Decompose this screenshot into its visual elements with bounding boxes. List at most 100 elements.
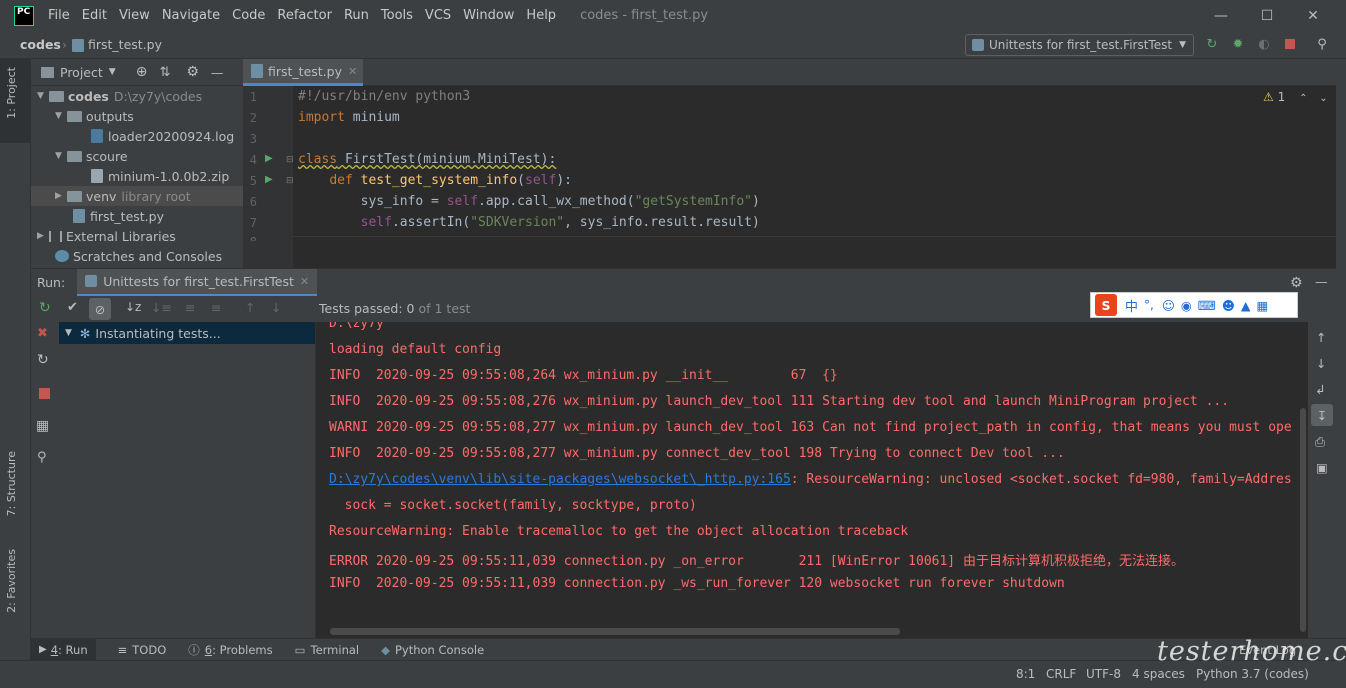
trash-icon[interactable]: ▣ <box>1316 460 1328 475</box>
run-gutter-icon[interactable]: ▶ <box>265 174 273 185</box>
stop-icon[interactable] <box>39 388 50 399</box>
emoji-icon[interactable]: ☺ <box>1162 298 1175 313</box>
print-icon[interactable]: ⎙ <box>1315 434 1325 450</box>
indent-setting[interactable]: 4 spaces <box>1132 667 1185 681</box>
show-passed-icon[interactable]: ✔ <box>67 300 78 315</box>
menu-vcs[interactable]: VCS <box>419 8 457 23</box>
rerun-failed-icon[interactable]: ✖ <box>37 326 48 341</box>
chevron-down-icon[interactable]: ▼ <box>109 67 116 77</box>
close-tab-icon[interactable]: ✕ <box>300 275 309 288</box>
search-icon[interactable]: ⚲ <box>1314 36 1330 52</box>
locate-icon[interactable]: ⊕ <box>136 64 148 80</box>
rerun-icon[interactable]: ↻ <box>39 300 51 316</box>
menu-file[interactable]: File <box>42 8 76 23</box>
gear-icon[interactable]: ⚙ <box>1290 275 1303 291</box>
tool-tab-problems[interactable]: ⓘ 6: Problems <box>188 642 272 658</box>
close-icon[interactable]: ✕ <box>1290 0 1336 31</box>
tree-item-venv[interactable]: ▶ venv library root <box>31 186 243 206</box>
pin-icon[interactable]: ⚲ <box>37 450 47 465</box>
run-gutter-icon[interactable]: ▶ <box>265 153 273 164</box>
tree-item-zip[interactable]: minium-1.0.0b2.zip <box>91 166 229 186</box>
chevron-down-icon[interactable]: ▼ <box>37 91 49 101</box>
maximize-icon[interactable]: ☐ <box>1244 0 1290 31</box>
menu-refactor[interactable]: Refactor <box>271 8 338 23</box>
user-icon[interactable]: ☻ <box>1222 298 1235 313</box>
menu-view[interactable]: View <box>113 8 156 23</box>
project-view-selector[interactable]: Project <box>60 65 103 80</box>
close-tab-icon[interactable]: ✕ <box>348 65 357 78</box>
menu-edit[interactable]: Edit <box>76 8 113 23</box>
breadcrumb-file[interactable]: first_test.py <box>88 37 162 52</box>
collapse-all-icon[interactable]: ⇅ <box>159 65 170 80</box>
console-link[interactable]: D:\zy7y\codes\venv\lib\site-packages\web… <box>329 472 791 487</box>
run-tab[interactable]: Unittests for first_test.FirstTest ✕ <box>77 268 318 297</box>
layout-icon[interactable]: ▦ <box>36 418 49 434</box>
structure-tool-tab[interactable]: 7: Structure <box>5 451 18 516</box>
code-editor[interactable]: #!/usr/bin/env python3 import minium cla… <box>293 86 1336 236</box>
keyboard-icon[interactable]: ⌨ <box>1198 298 1216 313</box>
debug-icon[interactable]: ✹ <box>1230 36 1246 52</box>
hide-icon[interactable]: — <box>211 65 224 80</box>
menu-window[interactable]: Window <box>457 8 520 23</box>
horizontal-scrollbar[interactable] <box>330 628 900 635</box>
tool-tab-python-console[interactable]: ◆ Python Console <box>381 643 484 657</box>
arrow-down-icon[interactable]: ↓ <box>1316 356 1326 371</box>
arrow-up-icon[interactable]: ↑ <box>1316 330 1326 345</box>
chevron-down-icon[interactable]: ▼ <box>65 328 72 338</box>
sort-duration-icon[interactable]: ↓≡ <box>151 300 172 315</box>
menu-tools[interactable]: Tools <box>375 8 419 23</box>
soft-wrap-icon[interactable]: ↲ <box>1315 382 1325 397</box>
collapse-all-icon[interactable]: ≡ <box>211 300 221 315</box>
console-output[interactable]: D:\zy7y loading default config INFO 2020… <box>316 322 1308 638</box>
breadcrumb-project[interactable]: codes <box>20 37 61 52</box>
tree-item-codes[interactable]: ▼ codes D:\zy7y\codes <box>37 86 202 106</box>
event-log[interactable]: Event Log <box>1239 643 1296 657</box>
coverage-icon[interactable]: ◐ <box>1256 36 1272 52</box>
run-config-selector[interactable]: Unittests for first_test.FirstTest ▼ <box>965 34 1194 56</box>
tree-item-external-libraries[interactable]: ▶ External Libraries <box>37 226 176 246</box>
chevron-down-icon[interactable]: ⌄ <box>1319 93 1327 104</box>
scroll-to-end-icon[interactable]: ↧ <box>1311 404 1333 426</box>
tree-item-scoure[interactable]: ▼ scoure <box>55 146 128 166</box>
inspection-widget[interactable]: ⚠ 1 ⌃ ⌄ <box>1263 90 1328 104</box>
tree-item-scratches[interactable]: Scratches and Consoles <box>55 246 222 266</box>
chevron-right-icon[interactable]: ▶ <box>55 191 67 201</box>
ime-language[interactable]: 中 <box>1125 296 1138 315</box>
gear-icon[interactable]: ⚙ <box>186 64 199 80</box>
tool-tab-run[interactable]: ▶ 4: Run <box>31 638 96 661</box>
minimize-icon[interactable]: — <box>1198 0 1244 31</box>
line-separator[interactable]: CRLF <box>1046 667 1076 681</box>
menu-run[interactable]: Run <box>338 8 375 23</box>
menu-navigate[interactable]: Navigate <box>156 8 226 23</box>
show-ignored-icon[interactable]: ⊘ <box>89 298 111 320</box>
vertical-scrollbar[interactable] <box>1300 408 1306 632</box>
editor-tab-first-test[interactable]: first_test.py ✕ <box>243 59 363 86</box>
tool-tab-terminal[interactable]: ▭ Terminal <box>295 643 359 657</box>
chevron-right-icon[interactable]: ▶ <box>37 231 49 241</box>
tree-item-log[interactable]: loader20200924.log <box>91 126 234 146</box>
arrow-down-icon[interactable]: ↓ <box>271 300 281 315</box>
tree-item-outputs[interactable]: ▼ outputs <box>55 106 134 126</box>
file-encoding[interactable]: UTF-8 <box>1086 667 1121 681</box>
tool-tab-todo[interactable]: ≡ TODO <box>118 643 167 657</box>
python-interpreter[interactable]: Python 3.7 (codes) <box>1196 667 1309 681</box>
microphone-icon[interactable]: ◉ <box>1181 298 1192 313</box>
expand-all-icon[interactable]: ≡ <box>185 300 195 315</box>
favorites-tool-tab[interactable]: 2: Favorites <box>5 549 18 613</box>
tree-item-first-test[interactable]: first_test.py <box>73 206 164 226</box>
ime-punct[interactable]: °, <box>1144 298 1154 312</box>
ime-toolbar[interactable]: S 中 °, ☺ ◉ ⌨ ☻ ▲ ▦ <box>1090 292 1298 318</box>
chevron-up-icon[interactable]: ⌃ <box>1299 93 1307 104</box>
test-tree-item[interactable]: ▼ ✻ Instantiating tests... <box>59 322 315 344</box>
hide-icon[interactable]: — <box>1315 274 1328 289</box>
stop-icon[interactable] <box>1282 36 1298 52</box>
chevron-down-icon[interactable]: ▼ <box>55 151 67 161</box>
skin-icon[interactable]: ▲ <box>1241 298 1251 313</box>
menu-help[interactable]: Help <box>520 8 562 23</box>
rerun-icon[interactable]: ↻ <box>1204 36 1220 52</box>
toolbox-icon[interactable]: ▦ <box>1257 298 1269 313</box>
project-tool-tab[interactable]: 1: Project <box>5 67 18 119</box>
sort-alpha-icon[interactable]: ↓z <box>125 300 141 314</box>
caret-position[interactable]: 8:1 <box>1016 667 1035 681</box>
arrow-up-icon[interactable]: ↑ <box>245 300 255 315</box>
